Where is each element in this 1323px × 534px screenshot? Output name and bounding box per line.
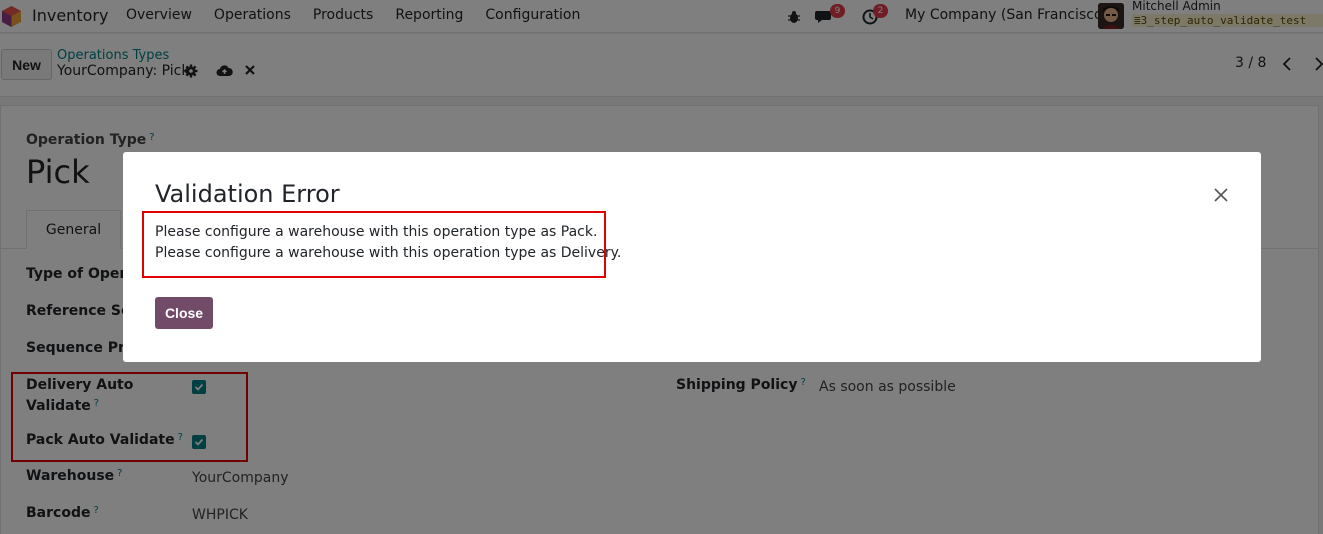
dialog-title: Validation Error [155, 180, 340, 208]
error-message-highlight-box [142, 211, 606, 278]
dialog-close-icon[interactable] [1213, 187, 1229, 203]
close-button[interactable]: Close [155, 297, 213, 329]
validation-error-dialog: Validation Error Please configure a ware… [123, 152, 1261, 362]
